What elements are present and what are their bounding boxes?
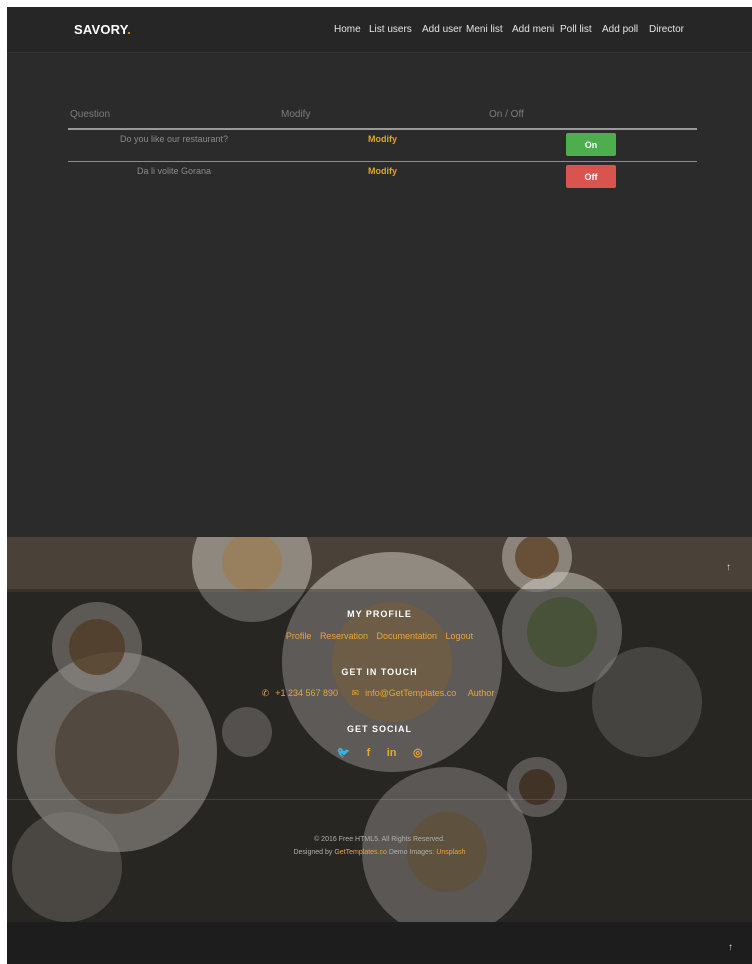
question-text: Do you like our restaurant? (119, 134, 229, 144)
nav-meni-list[interactable]: Meni list (466, 24, 503, 35)
linkedin-icon[interactable]: in (387, 747, 397, 759)
facebook-icon[interactable]: f (367, 747, 371, 759)
mail-icon: ✉ (351, 688, 360, 698)
col-question: Question (70, 109, 111, 120)
footer-email[interactable]: info@GetTemplates.co (365, 688, 456, 698)
table-row: Do you like our restaurant? Modify On (68, 130, 697, 162)
social-icons: 🐦 f in ◎ (7, 743, 752, 761)
nav-add-poll[interactable]: Add poll (602, 24, 638, 35)
phone-icon: ✆ (261, 688, 270, 698)
footer-link-logout[interactable]: Logout (446, 631, 474, 641)
footer: MY PROFILE Profile Reservation Documenta… (7, 537, 752, 922)
bottom-bar: ↑ (7, 922, 752, 964)
footer-phone[interactable]: +1 234 567 890 (275, 688, 338, 698)
footer-link-reservation[interactable]: Reservation (320, 631, 368, 641)
nav-poll-list[interactable]: Poll list (560, 24, 592, 35)
question-text: Da li volite Gorana (136, 166, 212, 176)
modify-link[interactable]: Modify (368, 166, 397, 176)
footer-divider (7, 799, 752, 800)
designed-by-link[interactable]: GetTemplates.co (334, 849, 387, 856)
footer-contact-links: ✆ +1 234 567 890 ✉ info@GetTemplates.co Au… (7, 688, 752, 699)
nav-add-meni[interactable]: Add meni (512, 24, 554, 35)
copyright-text: © 2016 Free HTML5. All Rights Reserved. (314, 836, 445, 843)
top-navbar: SAVORY. Home List users Add user Meni li… (7, 7, 752, 53)
footer-title-contact: GET IN TOUCH (341, 667, 418, 677)
col-modify: Modify (281, 109, 311, 120)
designed-by-line: Designed by GetTemplates.co Demo Images:… (293, 849, 466, 856)
table-header: Question Modify On / Off (68, 106, 697, 130)
footer-title-profile: MY PROFILE (347, 609, 412, 619)
nav-home[interactable]: Home (334, 24, 361, 35)
twitter-icon[interactable]: 🐦 (336, 746, 350, 759)
toggle-off-button[interactable]: Off (566, 165, 616, 188)
nav-director[interactable]: Director (649, 24, 684, 35)
modify-link[interactable]: Modify (368, 134, 397, 144)
page: SAVORY. Home List users Add user Meni li… (7, 7, 752, 964)
footer-link-profile[interactable]: Profile (286, 631, 312, 641)
nav-add-user[interactable]: Add user (422, 24, 462, 35)
toggle-on-button[interactable]: On (566, 133, 616, 156)
nav-list-users[interactable]: List users (369, 24, 412, 35)
footer-profile-links: Profile Reservation Documentation Logout (7, 631, 752, 641)
footer-link-documentation[interactable]: Documentation (376, 631, 437, 641)
dribbble-icon[interactable]: ◎ (413, 746, 423, 759)
table-row: Da li volite Gorana Modify Off (68, 162, 697, 193)
unsplash-link[interactable]: Unsplash (436, 849, 465, 856)
col-on-off: On / Off (489, 109, 524, 120)
brand-logo[interactable]: SAVORY. (74, 22, 131, 37)
scroll-to-top-icon[interactable]: ↑ (726, 562, 731, 573)
footer-title-social: GET SOCIAL (346, 724, 412, 734)
back-to-top-icon[interactable]: ↑ (728, 942, 733, 953)
footer-author[interactable]: Author (468, 688, 495, 698)
